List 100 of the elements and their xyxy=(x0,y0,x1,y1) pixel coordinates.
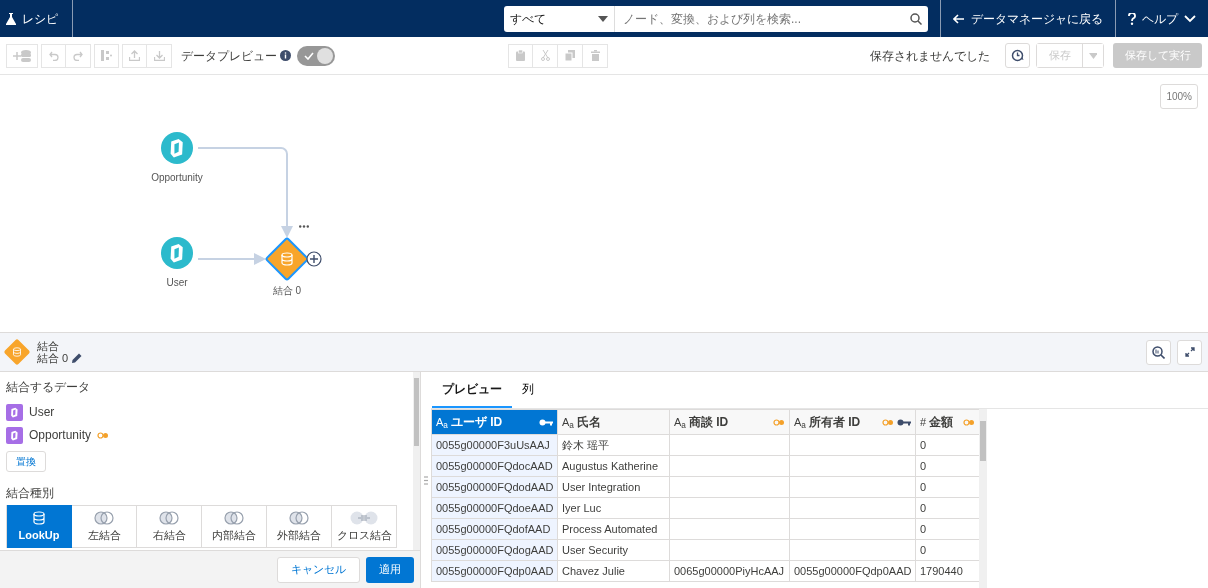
undo-button[interactable] xyxy=(41,43,66,68)
section-heading: 結合するデータ xyxy=(6,379,91,396)
column-header[interactable]: A$_{a}$ 商談 ID xyxy=(669,409,790,435)
download-icon xyxy=(153,50,165,61)
column-title: 商談 ID xyxy=(688,414,729,431)
table-cell: 0055g00000FQdp0AAD xyxy=(431,560,558,582)
table-cell: 鈴木 瑶平 xyxy=(557,434,670,456)
type-icon: A$_{a}$ xyxy=(674,413,686,431)
dataset-node-icon[interactable] xyxy=(161,237,193,269)
more-icon[interactable] xyxy=(299,222,309,230)
paste-button[interactable] xyxy=(508,43,533,68)
tab[interactable]: 列 xyxy=(512,372,544,408)
table-cell: 0055g00000FQdp0AAD xyxy=(789,560,916,582)
join-type-option[interactable]: LookUp xyxy=(7,505,72,548)
type-icon: A$_{a}$ xyxy=(436,413,448,431)
node-label: Opportunity xyxy=(151,172,203,183)
delete-button[interactable] xyxy=(583,43,608,68)
column-header[interactable]: A$_{a}$ ユーザ ID xyxy=(431,409,558,435)
scope-dropdown[interactable]: すべて xyxy=(504,5,614,32)
venn-icon xyxy=(159,511,179,525)
cut-button[interactable] xyxy=(533,43,558,68)
table-cell: 0055g00000F3uUsAAJ xyxy=(431,434,558,456)
connector-line xyxy=(197,253,266,265)
link-icon xyxy=(963,419,975,427)
search-field[interactable]: ノード、変換、および列を検索... xyxy=(614,5,928,32)
layout-button[interactable] xyxy=(94,43,119,68)
join-type-option[interactable]: 右結合 xyxy=(137,505,202,548)
inspect-button[interactable] xyxy=(1146,339,1171,365)
flask-icon xyxy=(6,12,16,25)
help-menu[interactable]: ヘルプ xyxy=(1115,0,1208,37)
arrow-left-icon xyxy=(953,13,965,24)
column-title: 氏名 xyxy=(576,414,601,431)
dataset-icon xyxy=(6,403,23,421)
upload-button[interactable] xyxy=(122,43,147,68)
table-cell: User Integration xyxy=(557,476,670,498)
undo-icon xyxy=(48,50,59,61)
table-cell: Process Automated xyxy=(557,518,670,540)
dataset-icon xyxy=(6,426,23,444)
type-icon: A$_{a}$ xyxy=(794,413,806,431)
tree-icon xyxy=(101,50,112,61)
link-icon xyxy=(97,432,110,440)
search-icon xyxy=(910,12,922,25)
drag-handle-icon[interactable] xyxy=(424,475,428,485)
column-title: ユーザ ID xyxy=(450,414,503,431)
download-button[interactable] xyxy=(147,43,172,68)
table-cell: 0055g00000FQdofAAD xyxy=(431,518,558,540)
cancel-button[interactable]: キャンセル xyxy=(277,556,360,583)
column-title: 所有者 ID xyxy=(808,414,861,431)
key-icon xyxy=(539,419,553,427)
table-cell: 0055g00000FQdodAAD xyxy=(431,476,558,498)
back-link[interactable]: データマネージャに戻る xyxy=(940,0,1115,37)
venn-icon xyxy=(224,511,244,525)
preview-toggle[interactable] xyxy=(297,45,335,66)
help-icon xyxy=(1128,12,1136,25)
type-icon: # xyxy=(920,413,927,431)
app-title: レシピ xyxy=(22,10,58,28)
table-cell: 0055g00000FQdocAAD xyxy=(431,455,558,477)
expand-button[interactable] xyxy=(1177,339,1202,365)
table-cell: Augustus Katherine xyxy=(557,455,670,477)
dataset-name[interactable]: User xyxy=(29,403,55,421)
table-cell: Iyer Luc xyxy=(557,497,670,519)
join-type-option[interactable]: 外部結合 xyxy=(267,505,332,548)
history-button[interactable] xyxy=(1005,43,1030,68)
add-node-icon[interactable] xyxy=(306,251,322,267)
copy-icon xyxy=(565,50,575,61)
node-label: 結合 0 xyxy=(272,285,302,296)
table-cell: 0055g00000FQdoeAAD xyxy=(431,497,558,519)
type-icon: A$_{a}$ xyxy=(562,413,574,431)
column-header[interactable]: # 金額 xyxy=(915,409,979,435)
table-cell: 0055g00000FQdogAAD xyxy=(431,539,558,561)
replace-button[interactable]: 置換 xyxy=(6,451,46,472)
chevron-down-icon xyxy=(1184,14,1196,23)
lookup-icon xyxy=(32,511,46,525)
node-name: 結合 0 xyxy=(37,352,69,364)
caret-icon xyxy=(1089,52,1097,59)
column-header[interactable]: A$_{a}$ 氏名 xyxy=(557,409,670,435)
add-data-button[interactable] xyxy=(6,43,38,68)
venn-icon xyxy=(289,511,309,525)
join-type-option[interactable]: 内部結合 xyxy=(202,505,267,548)
join-type-option[interactable]: 左結合 xyxy=(72,505,137,548)
node-label: User xyxy=(166,277,188,288)
clock-icon xyxy=(1011,49,1024,62)
table-cell: 0065g00000PiyHcAAJ xyxy=(669,560,790,582)
column-header[interactable]: A$_{a}$ 所有者 ID xyxy=(789,409,916,435)
pencil-icon[interactable] xyxy=(71,352,83,364)
check-icon xyxy=(304,51,314,60)
redo-button[interactable] xyxy=(66,43,91,68)
apply-button[interactable]: 適用 xyxy=(366,556,414,583)
redo-icon xyxy=(73,50,83,61)
dataset-name[interactable]: Opportunity xyxy=(29,426,92,444)
zoom-level-button[interactable]: 100% xyxy=(1160,84,1198,109)
preview-label: データプレビュー xyxy=(181,47,277,65)
join-type-option[interactable]: クロス結合 xyxy=(332,505,397,548)
plus-icon xyxy=(13,51,21,60)
info-icon xyxy=(280,50,291,61)
copy-button[interactable] xyxy=(558,43,583,68)
cross-join-icon xyxy=(350,511,378,525)
dataset-node-icon[interactable] xyxy=(161,132,193,164)
section-heading: 結合種別 xyxy=(6,485,55,502)
table-cell: Chavez Julie xyxy=(557,560,670,582)
